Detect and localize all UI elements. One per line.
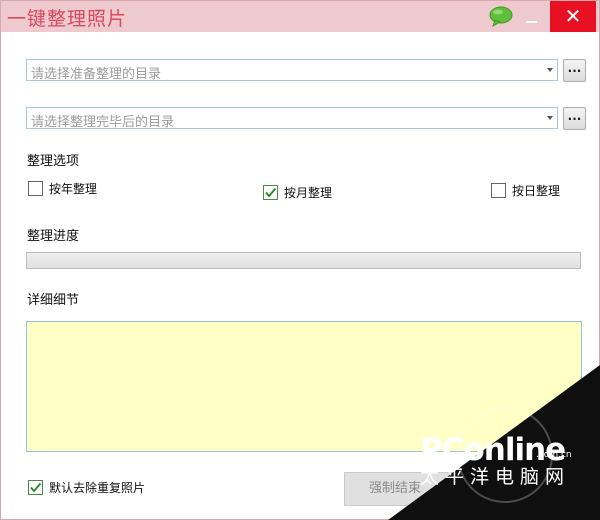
progress-bar [26, 252, 581, 269]
source-dir-select[interactable]: 请选择准备整理的目录 [26, 59, 558, 82]
target-dir-placeholder: 请选择整理完毕后的目录 [31, 115, 175, 130]
progress-heading: 整理进度 [27, 229, 80, 244]
options-heading: 整理选项 [27, 154, 80, 169]
checkmark-icon [265, 187, 277, 198]
checkbox-box[interactable] [28, 181, 43, 196]
close-icon: ✕ [564, 4, 582, 28]
chevron-down-icon[interactable] [547, 68, 553, 72]
title-bar[interactable]: 一键整理照片 ✕ [1, 1, 599, 32]
target-dir-select[interactable]: 请选择整理完毕后的目录 [26, 107, 558, 130]
source-dir-placeholder: 请选择准备整理的目录 [31, 67, 162, 82]
by-year-label: 按年整理 [49, 182, 98, 196]
checkbox-box[interactable] [491, 183, 506, 198]
by-month-label: 按月整理 [284, 186, 333, 200]
by-day-label: 按日整理 [512, 184, 561, 198]
dedupe-label: 默认去除重复照片 [49, 481, 146, 495]
close-button[interactable]: ✕ [550, 1, 596, 32]
details-heading: 详细细节 [27, 293, 80, 308]
minimize-button[interactable] [519, 1, 545, 32]
checkbox-box[interactable] [263, 185, 278, 200]
chat-bubble-icon[interactable] [488, 6, 514, 28]
target-browse-button[interactable]: ... [563, 107, 586, 130]
watermark-cn: 太平洋电脑网 [420, 466, 571, 488]
source-browse-button[interactable]: ... [563, 59, 586, 82]
watermark-domain: .com.cn [536, 450, 572, 460]
chevron-down-icon[interactable] [547, 116, 553, 120]
window-title: 一键整理照片 [7, 8, 128, 30]
checkmark-icon [30, 482, 42, 493]
checkbox-box[interactable] [28, 480, 43, 495]
